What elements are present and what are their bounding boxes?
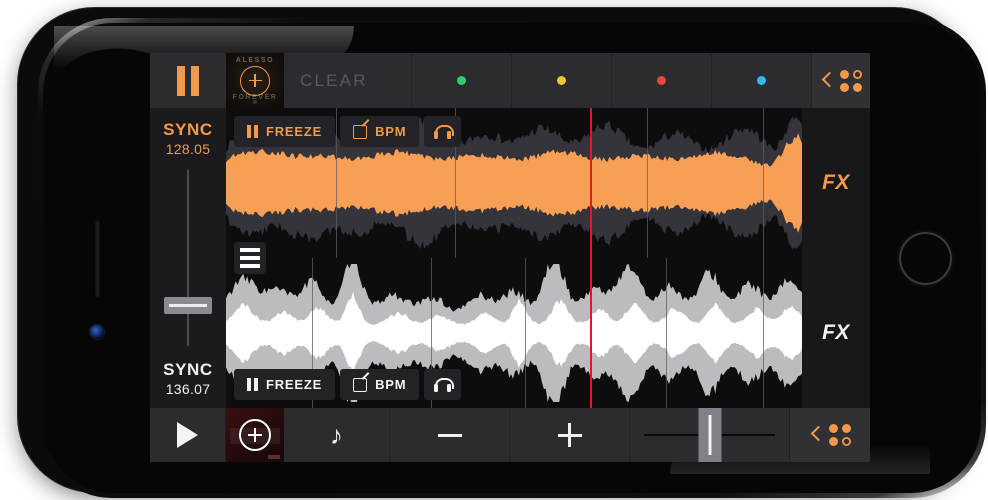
sync-button-deck-a[interactable]: SYNC 128.05 — [150, 108, 226, 168]
artwork-indicator-dot — [253, 100, 257, 104]
play-icon — [177, 422, 198, 448]
front-camera — [90, 325, 104, 339]
dot-grid-icon — [839, 69, 862, 92]
chevron-left-icon — [810, 426, 821, 444]
bpm-button-b[interactable]: BPM — [340, 369, 420, 400]
deck-balance-fader-handle[interactable] — [164, 297, 212, 314]
decrease-button[interactable] — [390, 408, 510, 462]
sync-button-deck-b[interactable]: SYNC 136.07 — [150, 348, 226, 408]
cue-dot-green — [457, 76, 466, 85]
plus-circle-icon[interactable] — [240, 65, 270, 96]
cue-slot-1[interactable] — [412, 53, 512, 108]
minus-icon — [437, 433, 462, 437]
dot-grid-icon — [828, 424, 851, 446]
deck-a: FREEZE BPM FX — [226, 108, 870, 258]
bpm-label-b: BPM — [375, 377, 407, 392]
beat-gridline — [647, 108, 648, 258]
beat-gridline — [763, 258, 764, 408]
top-toolbar: ALESSO FOREVER CLEAR — [150, 53, 870, 108]
cue-monitor-button-a[interactable] — [424, 116, 462, 147]
increase-button[interactable] — [510, 408, 630, 462]
cue-slot-3[interactable] — [612, 53, 712, 108]
fx-button-b[interactable]: FX — [802, 258, 870, 408]
freeze-button-b[interactable]: FREEZE — [234, 369, 336, 400]
sync-column: SYNC 128.05 SYNC 136.07 — [150, 108, 226, 408]
sync-label-b: SYNC — [163, 359, 213, 379]
pause-icon — [247, 378, 258, 391]
bottom-toolbar: ♪ — [150, 408, 870, 462]
cue-dot-red — [657, 76, 666, 85]
pause-icon — [177, 65, 199, 96]
freeze-button-a[interactable]: FREEZE — [234, 116, 336, 147]
sync-label-a: SYNC — [163, 119, 213, 139]
deck-b-controls: FREEZE BPM — [234, 369, 462, 400]
pause-icon — [247, 125, 258, 138]
cue-slot-4[interactable] — [712, 53, 812, 108]
plus-icon-v — [568, 423, 571, 447]
earpiece-speaker — [95, 220, 100, 298]
deck-a-controls: FREEZE BPM — [234, 116, 462, 147]
artwork-artist: ALESSO — [235, 57, 275, 64]
beat-gridline — [666, 258, 667, 408]
waveform-area: FREEZE BPM FX FREEZE BPM FX — [226, 108, 870, 408]
deck-b: FREEZE BPM FX — [226, 258, 870, 408]
deck-balance-fader-track[interactable] — [187, 170, 189, 346]
artwork-badge — [268, 455, 280, 459]
crossfader-handle[interactable] — [698, 408, 721, 462]
beat-gridline — [763, 108, 764, 258]
app-screen: ALESSO FOREVER CLEAR SYNC 128.05 SYNC 13… — [150, 53, 870, 462]
playhead-indicator — [590, 108, 592, 408]
freeze-label-a: FREEZE — [266, 124, 323, 139]
top-menu-button[interactable] — [812, 53, 870, 108]
bottom-menu-button[interactable] — [790, 408, 870, 462]
cue-monitor-button-b[interactable] — [424, 369, 462, 400]
plus-circle-icon[interactable] — [239, 419, 271, 451]
pause-button[interactable] — [150, 53, 226, 108]
bpm-value-a: 128.05 — [165, 140, 211, 157]
freeze-label-b: FREEZE — [266, 377, 323, 392]
play-button[interactable] — [150, 408, 226, 462]
bpm-value-b: 136.07 — [165, 380, 211, 397]
clear-button[interactable]: CLEAR — [284, 53, 412, 108]
deck-area: SYNC 128.05 SYNC 136.07 FREEZE BPM FX FR… — [150, 108, 870, 408]
phone-body: ALESSO FOREVER CLEAR SYNC 128.05 SYNC 13… — [18, 8, 986, 498]
cue-dot-yellow — [557, 76, 566, 85]
bpm-label-a: BPM — [375, 124, 407, 139]
beat-gridline — [525, 258, 526, 408]
cue-dot-blue — [757, 76, 766, 85]
fx-button-a[interactable]: FX — [802, 108, 870, 258]
chevron-left-icon — [821, 72, 832, 90]
music-library-button[interactable]: ♪ — [284, 408, 390, 462]
cue-slot-2[interactable] — [512, 53, 612, 108]
music-note-icon: ♪ — [330, 419, 343, 450]
hamburger-menu-icon[interactable] — [234, 242, 266, 274]
headphones-icon — [434, 124, 455, 139]
edit-pencil-icon — [353, 124, 368, 139]
edit-pencil-icon — [353, 377, 368, 392]
bpm-button-a[interactable]: BPM — [340, 116, 420, 147]
now-playing-artwork[interactable]: ALESSO FOREVER — [226, 53, 284, 108]
home-button[interactable] — [899, 232, 952, 285]
screenshot-root: ALESSO FOREVER CLEAR SYNC 128.05 SYNC 13… — [0, 0, 988, 500]
crossfader[interactable] — [630, 408, 790, 462]
headphones-icon — [434, 377, 455, 392]
library-artwork[interactable] — [226, 408, 284, 462]
